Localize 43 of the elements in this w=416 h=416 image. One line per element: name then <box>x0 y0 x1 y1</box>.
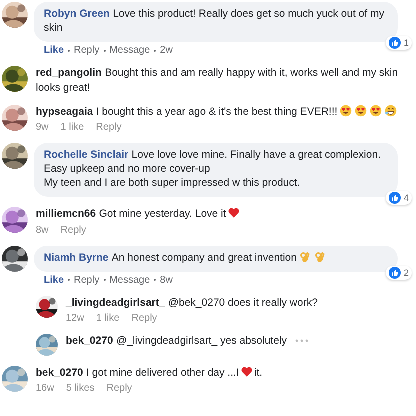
heart-icon <box>228 207 240 220</box>
reaction-count[interactable]: 4 <box>386 191 412 206</box>
comment-action-link[interactable]: Like <box>44 45 64 56</box>
heart-eyes-emoji-icon <box>340 104 352 117</box>
comment-text: bek_0270 @_livingdeadgirlsart_ yes absolutely <box>66 334 288 348</box>
comment-action-link[interactable]: 12w <box>66 312 84 324</box>
comment-text: _livingdeadgirlsart_ @bek_0270 does it really work? <box>66 296 318 310</box>
comment-action-link[interactable]: 9w <box>36 122 49 133</box>
comment-action-link[interactable]: Reply <box>60 224 86 236</box>
comment-text: Robyn Green Love this product! Really does get so much yuck out of my skin <box>44 7 386 36</box>
reaction-count[interactable]: 2 <box>386 266 412 280</box>
heart-icon <box>241 366 254 378</box>
comment-action-link[interactable]: Reply <box>74 45 100 56</box>
comment-action-link[interactable]: Reply <box>74 274 100 286</box>
ok-hand-icon <box>298 250 311 263</box>
comment-action-link[interactable]: Reply <box>132 312 158 324</box>
comment-text: bek_0270 I got mine delivered other day ...I it. <box>36 366 263 380</box>
comment-action-link[interactable]: 1 like <box>96 312 120 324</box>
comment-text: hypseagaia I bought this a year ago & it's the best thing EVER!!! <box>36 104 398 119</box>
comment-action-link[interactable]: Reply <box>96 122 122 133</box>
comment-text: Niamh Byrne An honest company and great invention <box>44 250 388 265</box>
comment-action-link[interactable]: 5 likes <box>66 383 95 394</box>
heart-eyes-emoji-icon <box>370 104 382 117</box>
comment-action-link[interactable]: Message <box>110 45 150 56</box>
comment-action-link[interactable]: Like <box>44 274 64 286</box>
comment-action-link[interactable]: 16w <box>36 383 54 394</box>
comment-action-link[interactable]: Reply <box>106 383 132 394</box>
comment-text: red_pangolin Bought this and am really happy with it, works well and my skin looks great! <box>36 66 400 95</box>
reaction-count[interactable]: 1 <box>386 36 412 50</box>
comment-action-link[interactable]: 1 like <box>60 122 84 133</box>
thumbs-up-icon <box>388 266 401 279</box>
comment-action-link[interactable]: 8w <box>160 274 173 286</box>
comment-action-link[interactable]: 2w <box>160 45 173 56</box>
ok-hand-icon <box>314 250 326 263</box>
heart-eyes-emoji-icon <box>354 104 367 117</box>
comment-action-link[interactable]: 8w <box>36 224 49 236</box>
comment-text: Rochelle Sinclair Love love love mine. Finally have a great complexion. Easy upkeep and no more cover-up My teen and I are both super impressed w this product. <box>44 148 382 190</box>
comment-action-link[interactable]: Message <box>110 274 150 286</box>
thumbs-up-icon <box>388 37 401 50</box>
thumbs-up-icon <box>388 192 401 204</box>
grinning-emoji-icon <box>384 104 397 117</box>
comment-text: milliemcn66 Got mine yesterday. Love it <box>36 207 242 222</box>
more-icon[interactable] <box>295 338 310 343</box>
